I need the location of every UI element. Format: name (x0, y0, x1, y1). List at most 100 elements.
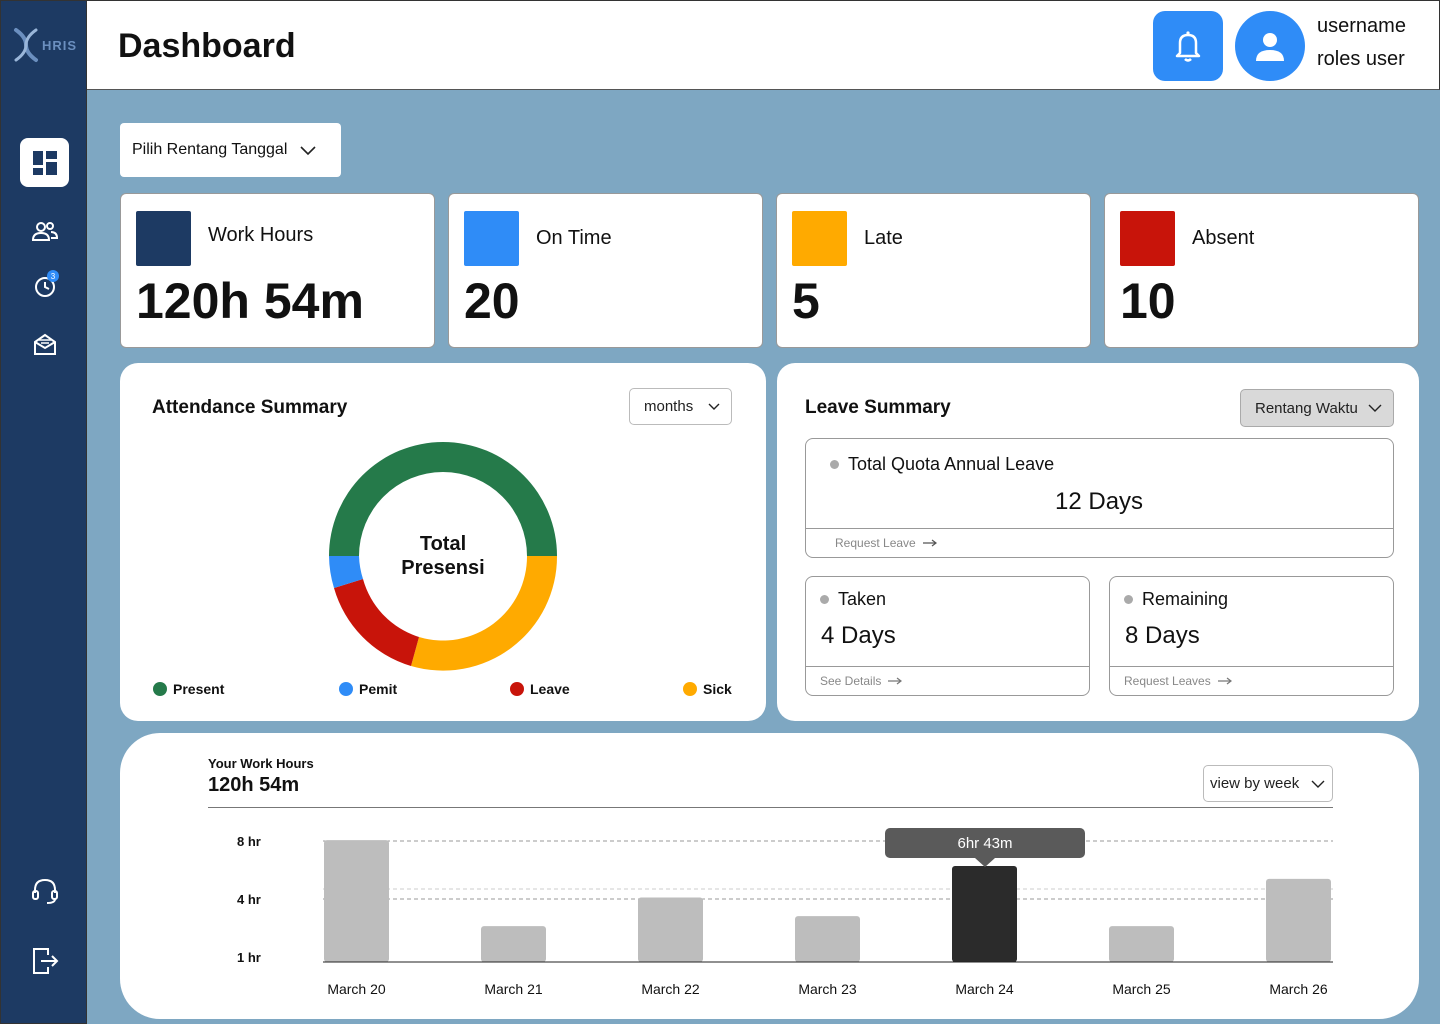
sidebar-item-mail[interactable] (20, 319, 69, 368)
legend-label: Leave (530, 681, 570, 697)
legend-dot (683, 682, 697, 696)
sidebar-item-dashboard[interactable] (20, 138, 69, 187)
request-leave-label: Request Leave (835, 536, 916, 550)
legend-label: Pemit (359, 681, 398, 697)
logout-icon (32, 947, 58, 974)
headset-icon (31, 878, 58, 904)
arrow-right-icon (1217, 677, 1232, 685)
bars-layer (324, 840, 1331, 962)
taken-label: Taken (838, 589, 887, 609)
bar-march-25[interactable] (1109, 926, 1174, 962)
legend-dot (153, 682, 167, 696)
stat-card-on-time: On Time 20 (448, 193, 763, 348)
legend-item-sick: Sick (683, 681, 732, 697)
sidebar-item-support[interactable] (20, 866, 69, 915)
stat-swatch (1120, 211, 1175, 266)
leave-summary-panel: Leave Summary Rentang Waktu Total Quota … (777, 363, 1419, 721)
stat-label: On Time (536, 227, 612, 249)
stat-value: 5 (792, 273, 820, 329)
period-select[interactable]: months (629, 388, 732, 425)
bell-icon (1175, 31, 1201, 62)
stat-card-late: Late 5 (776, 193, 1091, 348)
remaining-leave-card: Remaining 8 Days Request Leaves (1109, 576, 1394, 696)
header: Dashboard username roles user (87, 0, 1440, 90)
stat-card-work-hours: Work Hours 120h 54m (120, 193, 435, 348)
bullet-icon (1124, 595, 1133, 604)
stat-label: Absent (1192, 227, 1255, 249)
x-tick-label: March 20 (327, 981, 386, 997)
remaining-label: Remaining (1142, 589, 1229, 609)
x-tick-label: March 25 (1112, 981, 1171, 997)
legend-label: Present (173, 681, 225, 697)
quota-label: Total Quota Annual Leave (848, 454, 1055, 474)
tooltip: 6hr 43m (885, 828, 1085, 867)
chevron-down-icon (1368, 404, 1382, 412)
x-tick-label: March 23 (798, 981, 857, 997)
ytick-4hr: 4 hr (237, 892, 261, 907)
stat-value: 20 (464, 273, 520, 329)
bullet-icon (830, 460, 839, 469)
attendance-donut-chart: Total Presensi (328, 441, 558, 671)
user-name: username (1317, 15, 1406, 37)
bar-march-22[interactable] (638, 897, 703, 963)
see-details-link[interactable]: See Details (806, 666, 1089, 695)
legend-item-pemit: Pemit (339, 681, 397, 697)
date-range-select[interactable]: Pilih Rentang Tanggal (120, 123, 341, 177)
stat-card-absent: Absent 10 (1104, 193, 1419, 348)
x-tick-label: March 21 (484, 981, 543, 997)
sidebar-item-logout[interactable] (20, 936, 69, 985)
notifications-button[interactable] (1153, 11, 1223, 81)
work-hours-panel: Your Work Hours 120h 54m view by week 8 … (120, 733, 1419, 1019)
request-leave-link[interactable]: Request Leave (806, 528, 1393, 557)
time-range-select[interactable]: Rentang Waktu (1240, 389, 1394, 427)
request-leaves-label: Request Leaves (1124, 674, 1211, 688)
arrow-right-icon (922, 539, 937, 547)
bar-march-24[interactable] (952, 865, 1017, 962)
chevron-down-icon (708, 403, 720, 410)
taken-leave-card: Taken 4 Days See Details (805, 576, 1090, 696)
ytick-1hr: 1 hr (237, 950, 261, 965)
avatar[interactable] (1235, 11, 1305, 81)
ytick-8hr: 8 hr (237, 834, 261, 849)
donut-center-line1: Total (419, 533, 467, 555)
stat-label: Work Hours (208, 224, 314, 246)
sidebar: HRIS 3 (0, 0, 87, 1024)
user-role: roles user (1317, 48, 1405, 70)
taken-value: 4 Days (821, 622, 896, 649)
legend-item-present: Present (153, 681, 224, 697)
bar-march-21[interactable] (481, 926, 546, 962)
bar-march-26[interactable] (1266, 878, 1331, 962)
x-tick-label: March 26 (1269, 981, 1328, 997)
logo-mark-icon (14, 28, 38, 62)
legend-item-leave: Leave (510, 681, 570, 697)
bar-march-20[interactable] (324, 840, 389, 962)
time-range-label: Rentang Waktu (1255, 399, 1358, 417)
notification-badge: 3 (47, 270, 59, 282)
bar-march-23[interactable] (795, 916, 860, 962)
date-range-label: Pilih Rentang Tanggal (132, 141, 288, 158)
users-icon (31, 221, 58, 241)
grid-layer (323, 840, 1333, 900)
leave-summary-title: Leave Summary (805, 397, 951, 418)
donut-center-line2: Presensi (401, 557, 485, 579)
tooltip-text: 6hr 43m (957, 835, 1012, 852)
arrow-right-icon (888, 677, 903, 685)
stat-value: 10 (1120, 273, 1176, 329)
mail-icon (33, 333, 56, 355)
stat-value: 120h 54m (136, 273, 364, 329)
stat-swatch (136, 211, 191, 266)
annual-leave-quota-card: Total Quota Annual Leave 12 Days Request… (805, 438, 1394, 558)
remaining-value: 8 Days (1125, 622, 1200, 649)
logo-text: HRIS (42, 37, 78, 53)
sidebar-item-attendance[interactable]: 3 (20, 262, 69, 311)
see-details-label: See Details (820, 674, 882, 688)
legend-dot (510, 682, 524, 696)
sidebar-item-users[interactable] (20, 206, 69, 255)
page-title: Dashboard (118, 27, 296, 65)
chevron-down-icon (300, 146, 316, 156)
request-leaves-link[interactable]: Request Leaves (1110, 666, 1393, 695)
quota-header: Total Quota Annual Leave (830, 454, 1054, 475)
remaining-header: Remaining (1124, 589, 1228, 610)
legend-label: Sick (703, 681, 732, 697)
work-hours-bar-chart: 8 hr 4 hr 1 hr March 20 March 21 March 22 Marc… (237, 828, 1333, 997)
